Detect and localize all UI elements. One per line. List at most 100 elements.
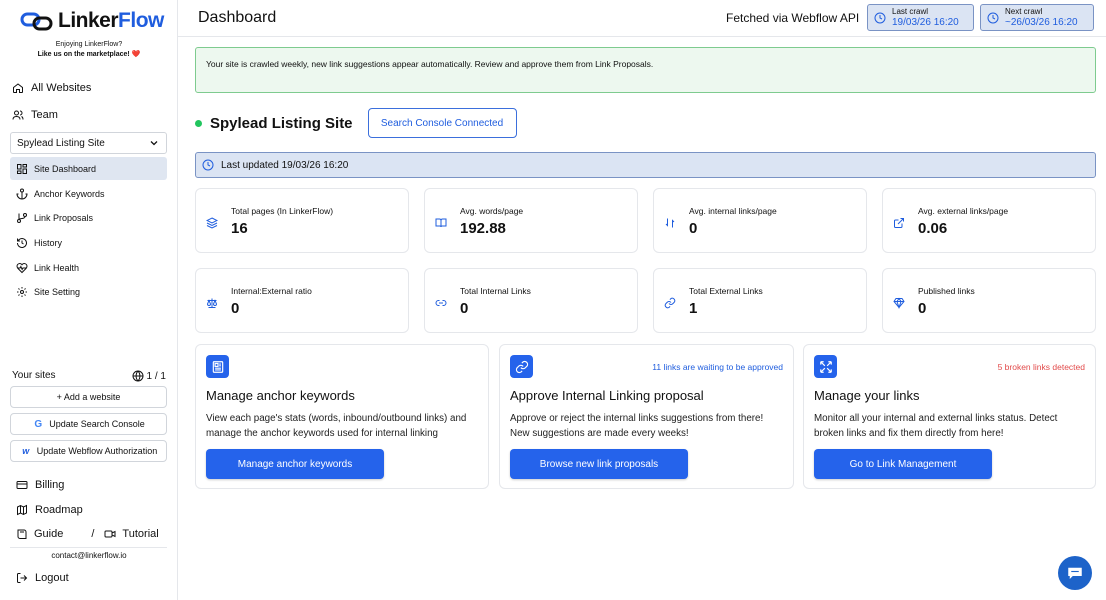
logo[interactable]: LinkerFlow: [20, 9, 164, 33]
stat-value: 0.06: [918, 220, 948, 237]
stat-label: Internal:External ratio: [231, 286, 312, 296]
gear-icon: [16, 286, 28, 298]
search-console-label: Search Console Connected: [380, 117, 504, 129]
link-icon: [510, 355, 533, 378]
google-icon: G: [34, 418, 43, 430]
tutorial-link[interactable]: Tutorial: [122, 528, 158, 540]
site-selector-value: Spylead Listing Site: [17, 137, 105, 149]
go-to-link-management-button[interactable]: Go to Link Management: [814, 449, 992, 479]
layers-icon: [205, 216, 219, 229]
sidebar-item-label: Link Proposals: [34, 213, 94, 223]
logo-text-linker: Linker: [58, 9, 119, 32]
promo-line-2: Like us on the marketplace! ❤️: [37, 51, 141, 58]
stat-card-total-external-links: Total External Links 1: [653, 268, 867, 333]
fetched-via-label: Fetched via Webflow API: [726, 11, 860, 25]
card-title: Manage anchor keywords: [206, 388, 355, 403]
top-header: Dashboard Fetched via Webflow API Last c…: [178, 0, 1106, 37]
logout-label: Logout: [35, 572, 69, 584]
sidebar-item-team[interactable]: Team: [12, 109, 58, 121]
last-crawl-label: Last crawl: [892, 7, 929, 16]
stat-value: 0: [231, 300, 240, 317]
anchor-icon: [16, 188, 28, 200]
update-webflow-button[interactable]: w Update Webflow Authorization: [10, 440, 167, 462]
sidebar-item-label: Anchor Keywords: [34, 189, 105, 199]
stat-label: Avg. external links/page: [918, 206, 1009, 216]
sidebar-item-billing[interactable]: Billing: [16, 479, 64, 491]
sidebar-item-label: History: [34, 238, 63, 248]
stat-label: Total External Links: [689, 286, 763, 296]
stat-label: Published links: [918, 286, 975, 296]
sidebar-item-site-setting[interactable]: Site Setting: [16, 286, 80, 298]
your-sites-label: Your sites: [12, 370, 56, 381]
stat-card-total-internal-links: Total Internal Links 0: [424, 268, 638, 333]
card-description: Monitor all your internal and external l…: [814, 413, 1058, 439]
card-title: Manage your links: [814, 388, 920, 403]
site-name: Spylead Listing Site: [210, 114, 353, 132]
sidebar-item-label: Billing: [35, 479, 65, 491]
pending-approvals-badge: 11 links are waiting to be approved: [652, 362, 783, 372]
sidebar: LinkerFlow Enjoying LinkerFlow? Like us …: [0, 0, 178, 600]
sidebar-item-label: Site Setting: [34, 287, 81, 297]
stat-card-avg-external-links: Avg. external links/page 0.06: [882, 188, 1096, 253]
sidebar-item-anchor-keywords[interactable]: Anchor Keywords: [16, 188, 105, 200]
last-crawl-value: 19/03/26 16:20: [892, 17, 959, 28]
sidebar-item-label: Link Health: [34, 263, 80, 273]
guide-tutorial-separator: /: [91, 528, 95, 540]
sidebar-item-label: Team: [31, 109, 58, 121]
sidebar-item-site-dashboard[interactable]: Site Dashboard: [16, 163, 96, 175]
chat-icon: [1066, 564, 1084, 582]
guide-link[interactable]: Guide: [34, 528, 63, 540]
history-icon: [16, 237, 28, 249]
crawl-notice-text: Your site is crawled weekly, new link su…: [206, 59, 654, 69]
update-webflow-label: Update Webflow Authorization: [36, 446, 158, 456]
card-description: Approve or reject the internal links sug…: [510, 413, 764, 439]
link-icon: [435, 296, 447, 308]
stat-value: 0: [918, 300, 927, 317]
update-search-console-button[interactable]: G Update Search Console: [10, 413, 167, 435]
sidebar-item-history[interactable]: History: [16, 237, 62, 249]
button-label: Manage anchor keywords: [237, 458, 353, 470]
sidebar-item-all-websites[interactable]: All Websites: [12, 82, 91, 94]
stat-card-published-links: Published links 0: [882, 268, 1096, 333]
button-label: Go to Link Management: [849, 458, 957, 470]
last-updated-text: Last updated 19/03/26 16:20: [221, 159, 349, 171]
sidebar-divider: [10, 547, 167, 548]
add-website-button[interactable]: + Add a website: [10, 386, 167, 408]
marketplace-promo[interactable]: Enjoying LinkerFlow? Like us on the mark…: [0, 40, 178, 60]
book-open-icon: [435, 216, 447, 228]
sidebar-item-roadmap[interactable]: Roadmap: [16, 504, 83, 516]
sidebar-item-label: Roadmap: [35, 504, 83, 516]
stat-card-total-pages: Total pages (In LinkerFlow) 16: [195, 188, 409, 253]
heart-pulse-icon: [16, 262, 28, 274]
next-crawl-label: Next crawl: [1005, 7, 1043, 16]
stat-label: Avg. words/page: [460, 206, 524, 216]
contact-email[interactable]: contact@linkerflow.io: [0, 551, 178, 560]
manage-anchor-keywords-button[interactable]: Manage anchor keywords: [206, 449, 384, 479]
your-sites-header: Your sites 1 / 1: [12, 370, 166, 382]
browse-link-proposals-button[interactable]: Browse new link proposals: [510, 449, 688, 479]
newspaper-icon: [206, 355, 229, 378]
clock-icon: [202, 159, 214, 171]
proposals-icon: [16, 212, 28, 224]
stat-value: 16: [231, 220, 248, 237]
stat-value: 1: [689, 300, 698, 317]
card-title: Approve Internal Linking proposal: [510, 388, 704, 403]
sidebar-item-link-health[interactable]: Link Health: [16, 262, 79, 274]
page-title: Dashboard: [198, 9, 277, 26]
external-link-icon: [893, 216, 905, 228]
site-selector[interactable]: Spylead Listing Site: [10, 132, 167, 154]
dashboard-icon: [16, 163, 28, 175]
stat-card-avg-words: Avg. words/page 192.88: [424, 188, 638, 253]
webflow-icon: w: [22, 446, 30, 456]
chat-button[interactable]: [1058, 556, 1092, 590]
site-header: Spylead Listing Site Search Console Conn…: [195, 108, 517, 138]
logout-button[interactable]: Logout: [16, 572, 69, 584]
status-dot: [195, 119, 202, 127]
card-manage-links: 5 broken links detected Manage your link…: [803, 344, 1096, 489]
search-console-connected-button[interactable]: Search Console Connected: [367, 108, 517, 138]
sidebar-item-link-proposals[interactable]: Link Proposals: [16, 212, 93, 224]
stat-value: 0: [460, 300, 469, 317]
your-sites-count: 1 / 1: [146, 370, 166, 382]
chevron-down-icon: [148, 137, 160, 149]
promo-line-1: Enjoying LinkerFlow?: [55, 41, 123, 48]
